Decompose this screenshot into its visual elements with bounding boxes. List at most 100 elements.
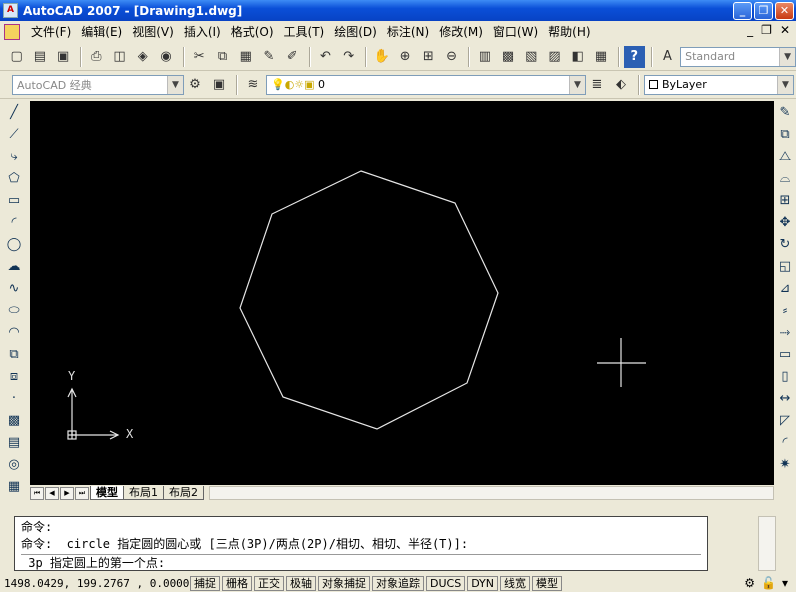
polyline-icon[interactable]: ⤷ — [3, 145, 25, 167]
zoom-window-icon[interactable]: ⊞ — [418, 46, 439, 68]
ortho-toggle[interactable]: 正交 — [254, 576, 284, 591]
mirror-icon[interactable]: ⧍ — [774, 145, 796, 167]
workspace-dropdown[interactable]: AutoCAD 经典 ▼ — [12, 74, 184, 95]
layer-previous-icon[interactable]: ⬖ — [610, 74, 632, 96]
match-properties-icon[interactable]: ✎ — [258, 46, 279, 68]
design-center-icon[interactable]: ▩ — [497, 46, 518, 68]
new-file-icon[interactable]: ▢ — [6, 46, 27, 68]
ducs-toggle[interactable]: DUCS — [426, 576, 466, 591]
polar-toggle[interactable]: 极轴 — [286, 576, 316, 591]
point-icon[interactable]: · — [3, 387, 25, 409]
menu-window[interactable]: 窗口(W) — [488, 23, 543, 40]
next-tab-button[interactable]: ▶ — [60, 486, 74, 500]
text-style-dropdown[interactable]: Standard ▼ — [680, 46, 796, 67]
array-icon[interactable]: ⊞ — [774, 189, 796, 211]
chamfer-icon[interactable]: ◸ — [774, 409, 796, 431]
circle-icon[interactable]: ◯ — [3, 233, 25, 255]
coordinate-readout[interactable]: 1498.0429, 199.2767 , 0.0000 — [0, 577, 190, 590]
doc-close-button[interactable]: ✕ — [780, 23, 790, 37]
cut-icon[interactable]: ✂ — [189, 46, 210, 68]
join-icon[interactable]: ↔ — [774, 387, 796, 409]
polygon-icon[interactable]: ⬠ — [3, 167, 25, 189]
properties-icon[interactable]: ▥ — [474, 46, 495, 68]
prev-tab-button[interactable]: ◀ — [45, 486, 59, 500]
grid-toggle[interactable]: 栅格 — [222, 576, 252, 591]
first-tab-button[interactable]: ⏮ — [30, 486, 44, 500]
menu-modify[interactable]: 修改(M) — [434, 23, 488, 40]
offset-icon[interactable]: ⌓ — [774, 167, 796, 189]
close-button[interactable]: ✕ — [775, 2, 794, 20]
layer-manager-icon[interactable]: ≋ — [242, 74, 264, 96]
menu-help[interactable]: 帮助(H) — [543, 23, 595, 40]
publish-icon[interactable]: ◈ — [132, 46, 153, 68]
status-menu-icon[interactable]: ▾ — [782, 576, 788, 590]
region-icon[interactable]: ◎ — [3, 453, 25, 475]
hatch-icon[interactable]: ▩ — [3, 409, 25, 431]
menu-draw[interactable]: 绘图(D) — [329, 23, 382, 40]
explode-icon[interactable]: ✷ — [774, 453, 796, 475]
break-at-point-icon[interactable]: ▭ — [774, 343, 796, 365]
menu-dimension[interactable]: 标注(N) — [382, 23, 434, 40]
print-icon[interactable]: ⎙ — [86, 46, 107, 68]
calculator-icon[interactable]: ▦ — [590, 46, 611, 68]
octagon-shape[interactable] — [239, 170, 499, 430]
sheet-set-icon[interactable]: ▨ — [544, 46, 565, 68]
pan-icon[interactable]: ✋ — [371, 46, 392, 68]
command-window[interactable]: 命令: 命令: circle 指定圆的圆心或 [三点(3P)/两点(2P)/相切… — [14, 516, 708, 571]
menu-view[interactable]: 视图(V) — [127, 23, 179, 40]
redo-icon[interactable]: ↷ — [338, 46, 359, 68]
rectangle-icon[interactable]: ▭ — [3, 189, 25, 211]
print-preview-icon[interactable]: ◫ — [109, 46, 130, 68]
snap-toggle[interactable]: 捕捉 — [190, 576, 220, 591]
break-icon[interactable]: ▯ — [774, 365, 796, 387]
tab-layout2[interactable]: 布局2 — [163, 486, 204, 500]
document-icon[interactable] — [4, 23, 20, 40]
make-layer-current-icon[interactable]: ≣ — [586, 74, 608, 96]
maximize-button[interactable]: ❐ — [754, 2, 773, 20]
chevron-down-icon[interactable]: ▼ — [167, 75, 183, 94]
3d-dwf-icon[interactable]: ◉ — [155, 46, 176, 68]
paste-icon[interactable]: ▦ — [235, 46, 256, 68]
construction-line-icon[interactable]: ⟋ — [3, 123, 25, 145]
copy-icon[interactable]: ⧉ — [212, 46, 233, 68]
make-block-icon[interactable]: ⧈ — [3, 365, 25, 387]
zoom-previous-icon[interactable]: ⊖ — [441, 46, 462, 68]
doc-minimize-button[interactable]: _ — [747, 23, 753, 37]
spline-icon[interactable]: ∿ — [3, 277, 25, 299]
help-icon[interactable]: ? — [623, 45, 645, 68]
layer-dropdown[interactable]: 💡◐☼▣ 0 ▼ — [266, 74, 586, 95]
color-dropdown[interactable]: ByLayer ▼ — [644, 74, 794, 95]
otrack-toggle[interactable]: 对象追踪 — [372, 576, 424, 591]
move-icon[interactable]: ✥ — [774, 211, 796, 233]
last-tab-button[interactable]: ⏭ — [75, 486, 89, 500]
insert-block-icon[interactable]: ⧉ — [3, 343, 25, 365]
menu-insert[interactable]: 插入(I) — [179, 23, 226, 40]
chevron-down-icon[interactable]: ▼ — [569, 75, 585, 94]
minimize-button[interactable]: _ — [733, 2, 752, 20]
model-space-toggle[interactable]: 模型 — [532, 576, 563, 591]
trim-icon[interactable]: ⸗ — [774, 299, 796, 321]
line-icon[interactable]: ╱ — [3, 101, 25, 123]
tab-layout1[interactable]: 布局1 — [123, 486, 164, 500]
erase-icon[interactable]: ✎ — [774, 101, 796, 123]
fillet-icon[interactable]: ◜ — [774, 431, 796, 453]
block-editor-icon[interactable]: ✐ — [282, 46, 303, 68]
my-workspace-icon[interactable]: ▣ — [208, 74, 230, 96]
markup-icon[interactable]: ◧ — [567, 46, 588, 68]
extend-icon[interactable]: ⤑ — [774, 321, 796, 343]
menu-tools[interactable]: 工具(T) — [279, 23, 330, 40]
tool-palettes-icon[interactable]: ▧ — [521, 46, 542, 68]
arc-icon[interactable]: ◜ — [3, 211, 25, 233]
menu-edit[interactable]: 编辑(E) — [76, 23, 127, 40]
osnap-toggle[interactable]: 对象捕捉 — [318, 576, 370, 591]
lineweight-toggle[interactable]: 线宽 — [500, 576, 531, 591]
lock-icon[interactable]: 🔓 — [761, 576, 776, 590]
undo-icon[interactable]: ↶ — [315, 46, 336, 68]
communication-center-icon[interactable]: ⚙ — [744, 576, 755, 590]
drawing-canvas[interactable]: X Y — [30, 101, 774, 485]
save-icon[interactable]: ▣ — [52, 46, 73, 68]
open-file-icon[interactable]: ▤ — [29, 46, 50, 68]
menu-file[interactable]: 文件(F) — [26, 23, 76, 40]
menu-format[interactable]: 格式(O) — [226, 23, 279, 40]
stretch-icon[interactable]: ⊿ — [774, 277, 796, 299]
